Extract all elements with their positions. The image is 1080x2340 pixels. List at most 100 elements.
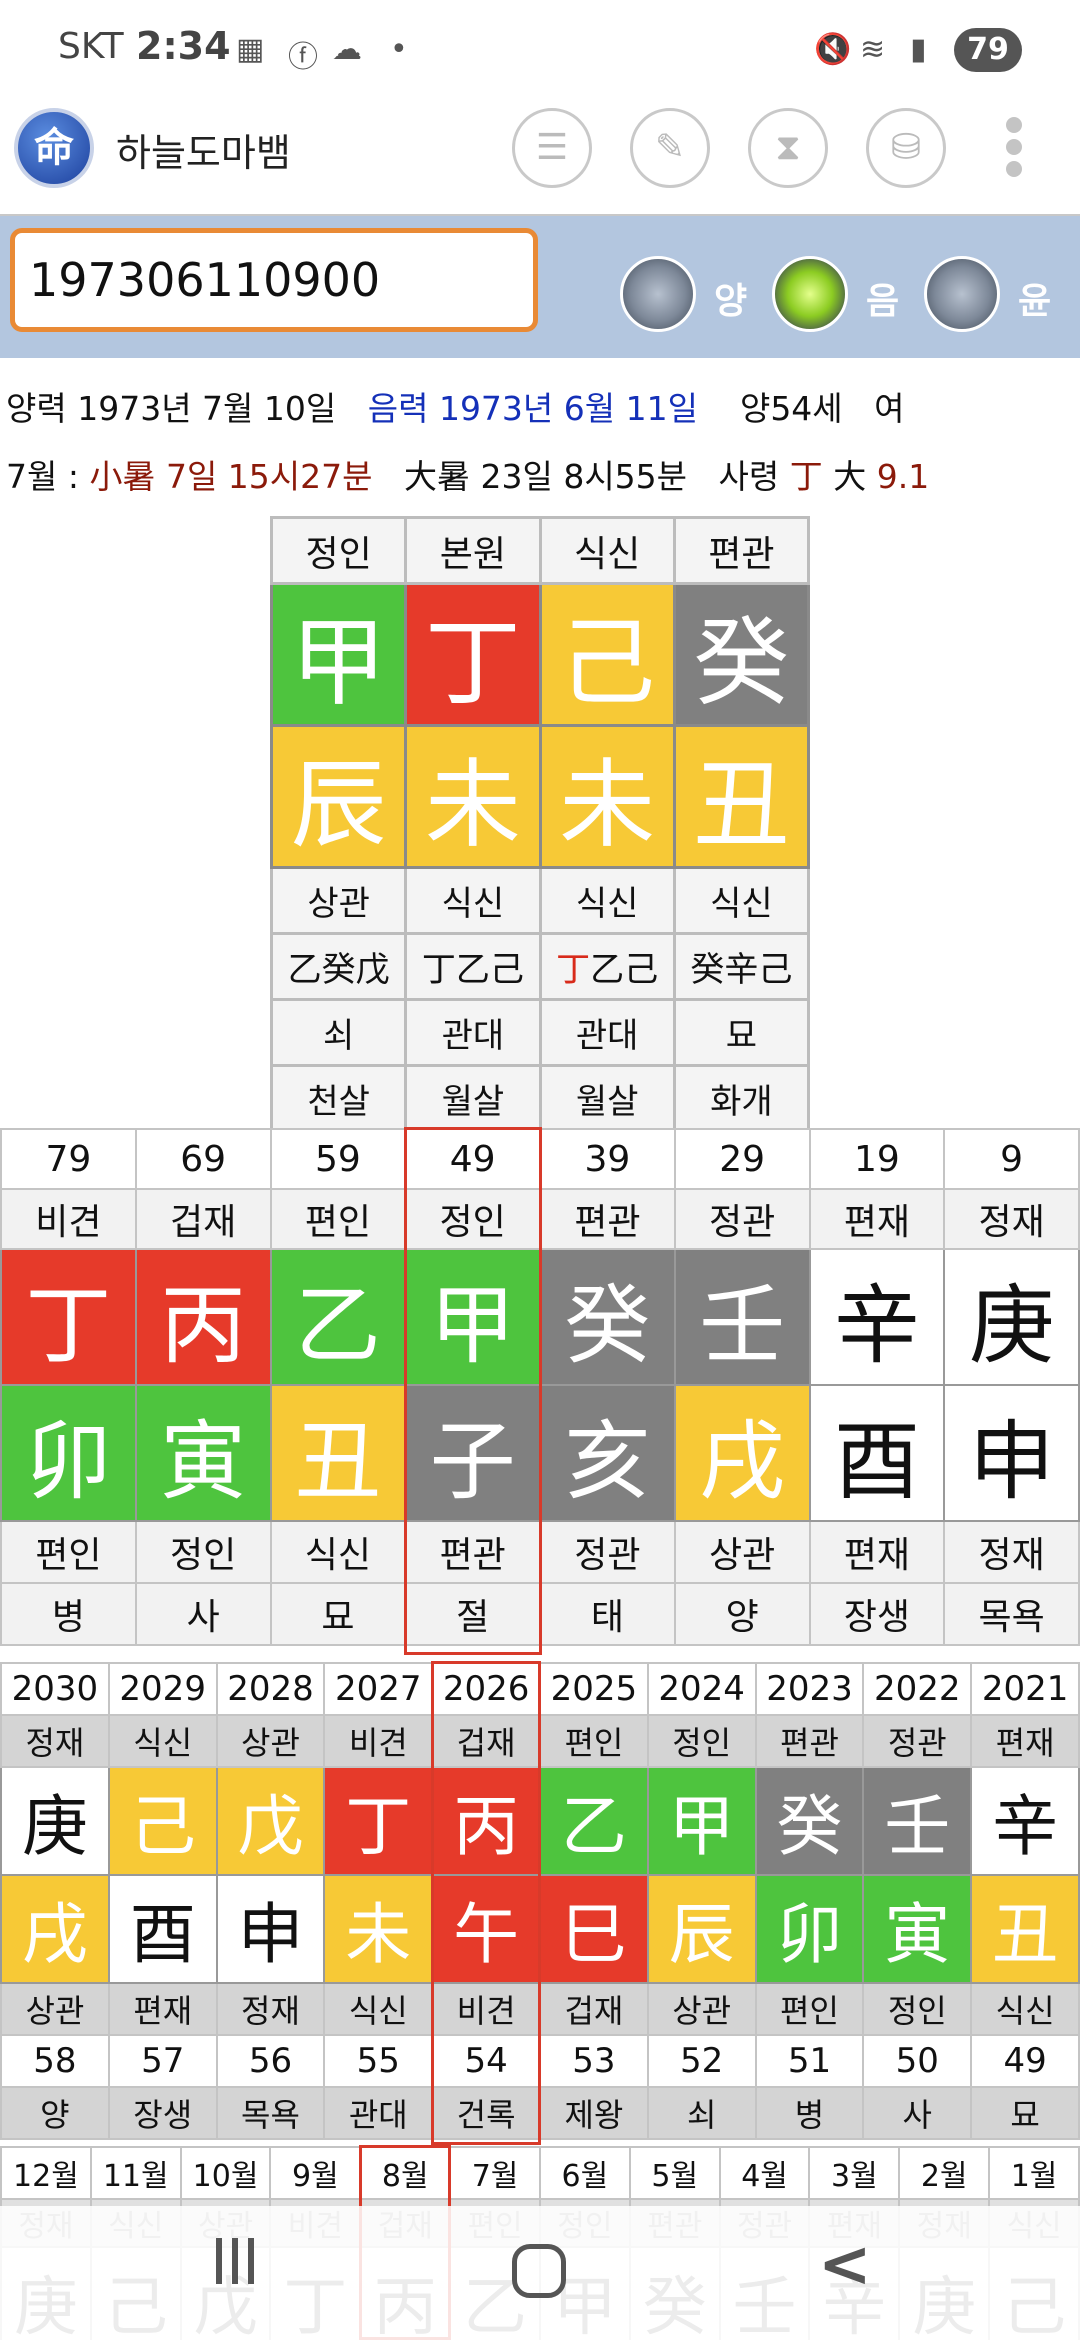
daeun-age[interactable]: 9 bbox=[943, 1128, 1080, 1190]
wolun-month[interactable]: 6월 bbox=[538, 2146, 631, 2200]
seun-branch[interactable]: 丑 bbox=[970, 1874, 1080, 1984]
daeun-branch[interactable]: 寅 bbox=[134, 1384, 272, 1522]
month-branch[interactable]: 未 bbox=[538, 724, 676, 869]
chat-icon: ☁ bbox=[332, 32, 362, 67]
back-icon[interactable]: < bbox=[818, 2228, 872, 2312]
seun-stage: 묘 bbox=[970, 2086, 1080, 2140]
daeun-stem-label: 편관 bbox=[539, 1188, 676, 1250]
seun-stem[interactable]: 辛 bbox=[970, 1766, 1080, 1876]
solar-radio-label[interactable]: 양 bbox=[714, 272, 747, 324]
daeun-age[interactable]: 59 bbox=[269, 1128, 407, 1190]
wolun-month[interactable]: 11월 bbox=[89, 2146, 182, 2200]
daeun-age[interactable]: 29 bbox=[673, 1128, 811, 1190]
wolun-month[interactable]: 5월 bbox=[628, 2146, 721, 2200]
app-logo-icon[interactable]: 命 bbox=[14, 108, 94, 188]
wolun-month[interactable]: 1월 bbox=[988, 2146, 1080, 2200]
seun-stem[interactable]: 壬 bbox=[862, 1766, 973, 1876]
hour-stem[interactable]: 甲 bbox=[269, 582, 408, 727]
seun-year[interactable]: 2024 bbox=[646, 1662, 757, 1716]
birthdate-input[interactable] bbox=[10, 228, 538, 332]
seun-branch[interactable]: 未 bbox=[323, 1874, 434, 1984]
seun-year[interactable]: 2028 bbox=[215, 1662, 326, 1716]
seun-year[interactable]: 2029 bbox=[107, 1662, 218, 1716]
home-icon[interactable] bbox=[512, 2244, 566, 2298]
seun-stem[interactable]: 癸 bbox=[754, 1766, 865, 1876]
lunar-radio[interactable] bbox=[772, 256, 848, 332]
daeun-branch[interactable]: 卯 bbox=[0, 1384, 137, 1522]
daeun-age[interactable]: 49 bbox=[404, 1128, 541, 1190]
seun-year[interactable]: 2021 bbox=[970, 1662, 1080, 1716]
wolun-month[interactable]: 3월 bbox=[808, 2146, 901, 2200]
daeun-stem[interactable]: 丙 bbox=[134, 1248, 272, 1386]
daeun-branch[interactable]: 丑 bbox=[269, 1384, 407, 1522]
seun-stem[interactable]: 己 bbox=[107, 1766, 218, 1876]
daeun-age[interactable]: 69 bbox=[134, 1128, 272, 1190]
seun-stem[interactable]: 庚 bbox=[0, 1766, 110, 1876]
seun-stage: 관대 bbox=[323, 2086, 434, 2140]
seun-stem[interactable]: 戊 bbox=[215, 1766, 326, 1876]
seun-branch-label: 상관 bbox=[0, 1982, 110, 2036]
daeun-stem[interactable]: 壬 bbox=[673, 1248, 811, 1386]
wolun-month[interactable]: 9월 bbox=[269, 2146, 362, 2200]
leap-radio[interactable] bbox=[924, 256, 1000, 332]
leap-radio-label[interactable]: 윤 bbox=[1018, 272, 1051, 324]
daeun-stem[interactable]: 乙 bbox=[269, 1248, 407, 1386]
seun-branch[interactable]: 酉 bbox=[107, 1874, 218, 1984]
seun-year[interactable]: 2025 bbox=[538, 1662, 649, 1716]
recent-apps-icon[interactable] bbox=[214, 2230, 258, 2314]
daeun-age[interactable]: 39 bbox=[539, 1128, 676, 1190]
seun-branch[interactable]: 卯 bbox=[754, 1874, 865, 1984]
daeun-branch[interactable]: 子 bbox=[404, 1384, 541, 1522]
wolun-month[interactable]: 7월 bbox=[449, 2146, 541, 2200]
month-stem-label: 식신 bbox=[538, 516, 676, 585]
daeun-branch[interactable]: 戌 bbox=[673, 1384, 811, 1522]
wolun-month[interactable]: 4월 bbox=[718, 2146, 811, 2200]
daeun-stem[interactable]: 甲 bbox=[404, 1248, 541, 1386]
seun-year[interactable]: 2026 bbox=[431, 1662, 541, 1716]
seun-branch[interactable]: 寅 bbox=[862, 1874, 973, 1984]
day-branch[interactable]: 未 bbox=[404, 724, 542, 869]
more-icon[interactable] bbox=[996, 112, 1032, 184]
wolun-month[interactable]: 10월 bbox=[179, 2146, 272, 2200]
seun-branch[interactable]: 巳 bbox=[538, 1874, 649, 1984]
seun-branch-label: 편인 bbox=[754, 1982, 865, 2036]
seun-branch[interactable]: 辰 bbox=[646, 1874, 757, 1984]
seun-year[interactable]: 2027 bbox=[323, 1662, 434, 1716]
list-icon[interactable]: ☰ bbox=[512, 108, 592, 188]
year-stem[interactable]: 癸 bbox=[672, 582, 811, 727]
seun-stem[interactable]: 丙 bbox=[431, 1766, 541, 1876]
wolun-month[interactable]: 8월 bbox=[359, 2146, 452, 2200]
daeun-table: 79 69 59 49 39 29 19 9 비견 겁재 편인 정인 편관 정관 편재 정재 丁丙乙甲癸壬辛… bbox=[0, 1128, 1080, 1646]
year-branch[interactable]: 丑 bbox=[672, 724, 811, 869]
solar-radio[interactable] bbox=[620, 256, 696, 332]
day-stem[interactable]: 丁 bbox=[404, 582, 542, 727]
daeun-branch[interactable]: 亥 bbox=[539, 1384, 676, 1522]
seun-year[interactable]: 2023 bbox=[754, 1662, 865, 1716]
wolun-month[interactable]: 2월 bbox=[898, 2146, 991, 2200]
lunar-radio-label[interactable]: 음 bbox=[866, 272, 899, 324]
status-bar: SKT 2:34 ▦ ⓕ ☁ • 🔇 ≋ ▮ 79 bbox=[0, 0, 1080, 100]
month-stem[interactable]: 己 bbox=[538, 582, 676, 727]
seun-year[interactable]: 2030 bbox=[0, 1662, 110, 1716]
daeun-stem-label: 비견 bbox=[0, 1188, 137, 1250]
database-icon[interactable]: ⛁ bbox=[866, 108, 946, 188]
seun-branch[interactable]: 戌 bbox=[0, 1874, 110, 1984]
seun-stem[interactable]: 丁 bbox=[323, 1766, 434, 1876]
daeun-stem[interactable]: 丁 bbox=[0, 1248, 137, 1386]
daeun-stem[interactable]: 庚 bbox=[943, 1248, 1080, 1386]
hourglass-icon[interactable]: ⧗ bbox=[748, 108, 828, 188]
daeun-stem[interactable]: 癸 bbox=[539, 1248, 676, 1386]
seun-stem[interactable]: 甲 bbox=[646, 1766, 757, 1876]
daeun-stem[interactable]: 辛 bbox=[808, 1248, 946, 1386]
daeun-age[interactable]: 79 bbox=[0, 1128, 137, 1190]
seun-stem[interactable]: 乙 bbox=[538, 1766, 649, 1876]
wolun-month[interactable]: 12월 bbox=[0, 2146, 92, 2200]
hour-branch[interactable]: 辰 bbox=[269, 724, 408, 869]
daeun-age[interactable]: 19 bbox=[808, 1128, 946, 1190]
daeun-branch[interactable]: 申 bbox=[943, 1384, 1080, 1522]
seun-branch[interactable]: 申 bbox=[215, 1874, 326, 1984]
seun-year[interactable]: 2022 bbox=[862, 1662, 973, 1716]
edit-icon[interactable]: ✎ bbox=[630, 108, 710, 188]
seun-branch[interactable]: 午 bbox=[431, 1874, 541, 1984]
daeun-branch[interactable]: 酉 bbox=[808, 1384, 946, 1522]
